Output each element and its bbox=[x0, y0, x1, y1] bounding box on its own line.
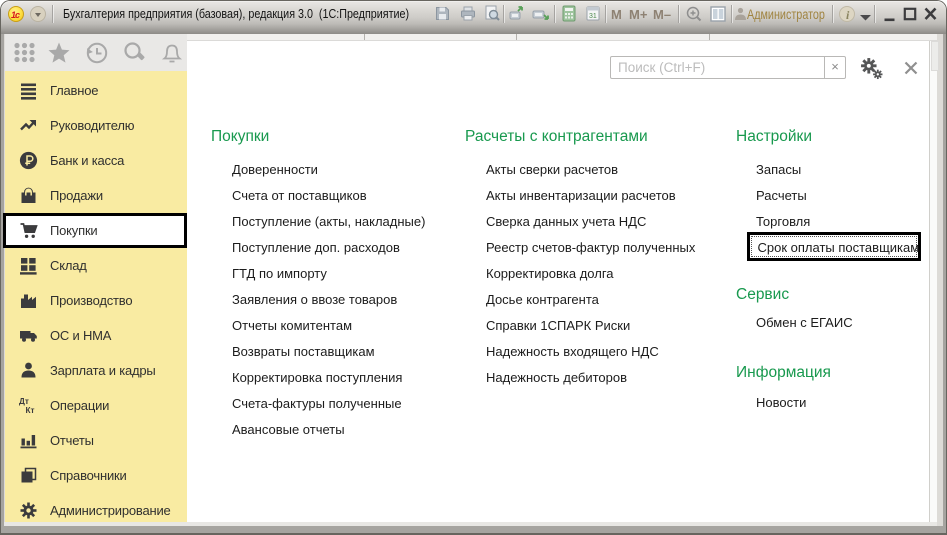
svg-text:31: 31 bbox=[589, 13, 597, 20]
svg-text:Дт: Дт bbox=[19, 397, 29, 406]
svg-text:Кт: Кт bbox=[26, 406, 35, 415]
